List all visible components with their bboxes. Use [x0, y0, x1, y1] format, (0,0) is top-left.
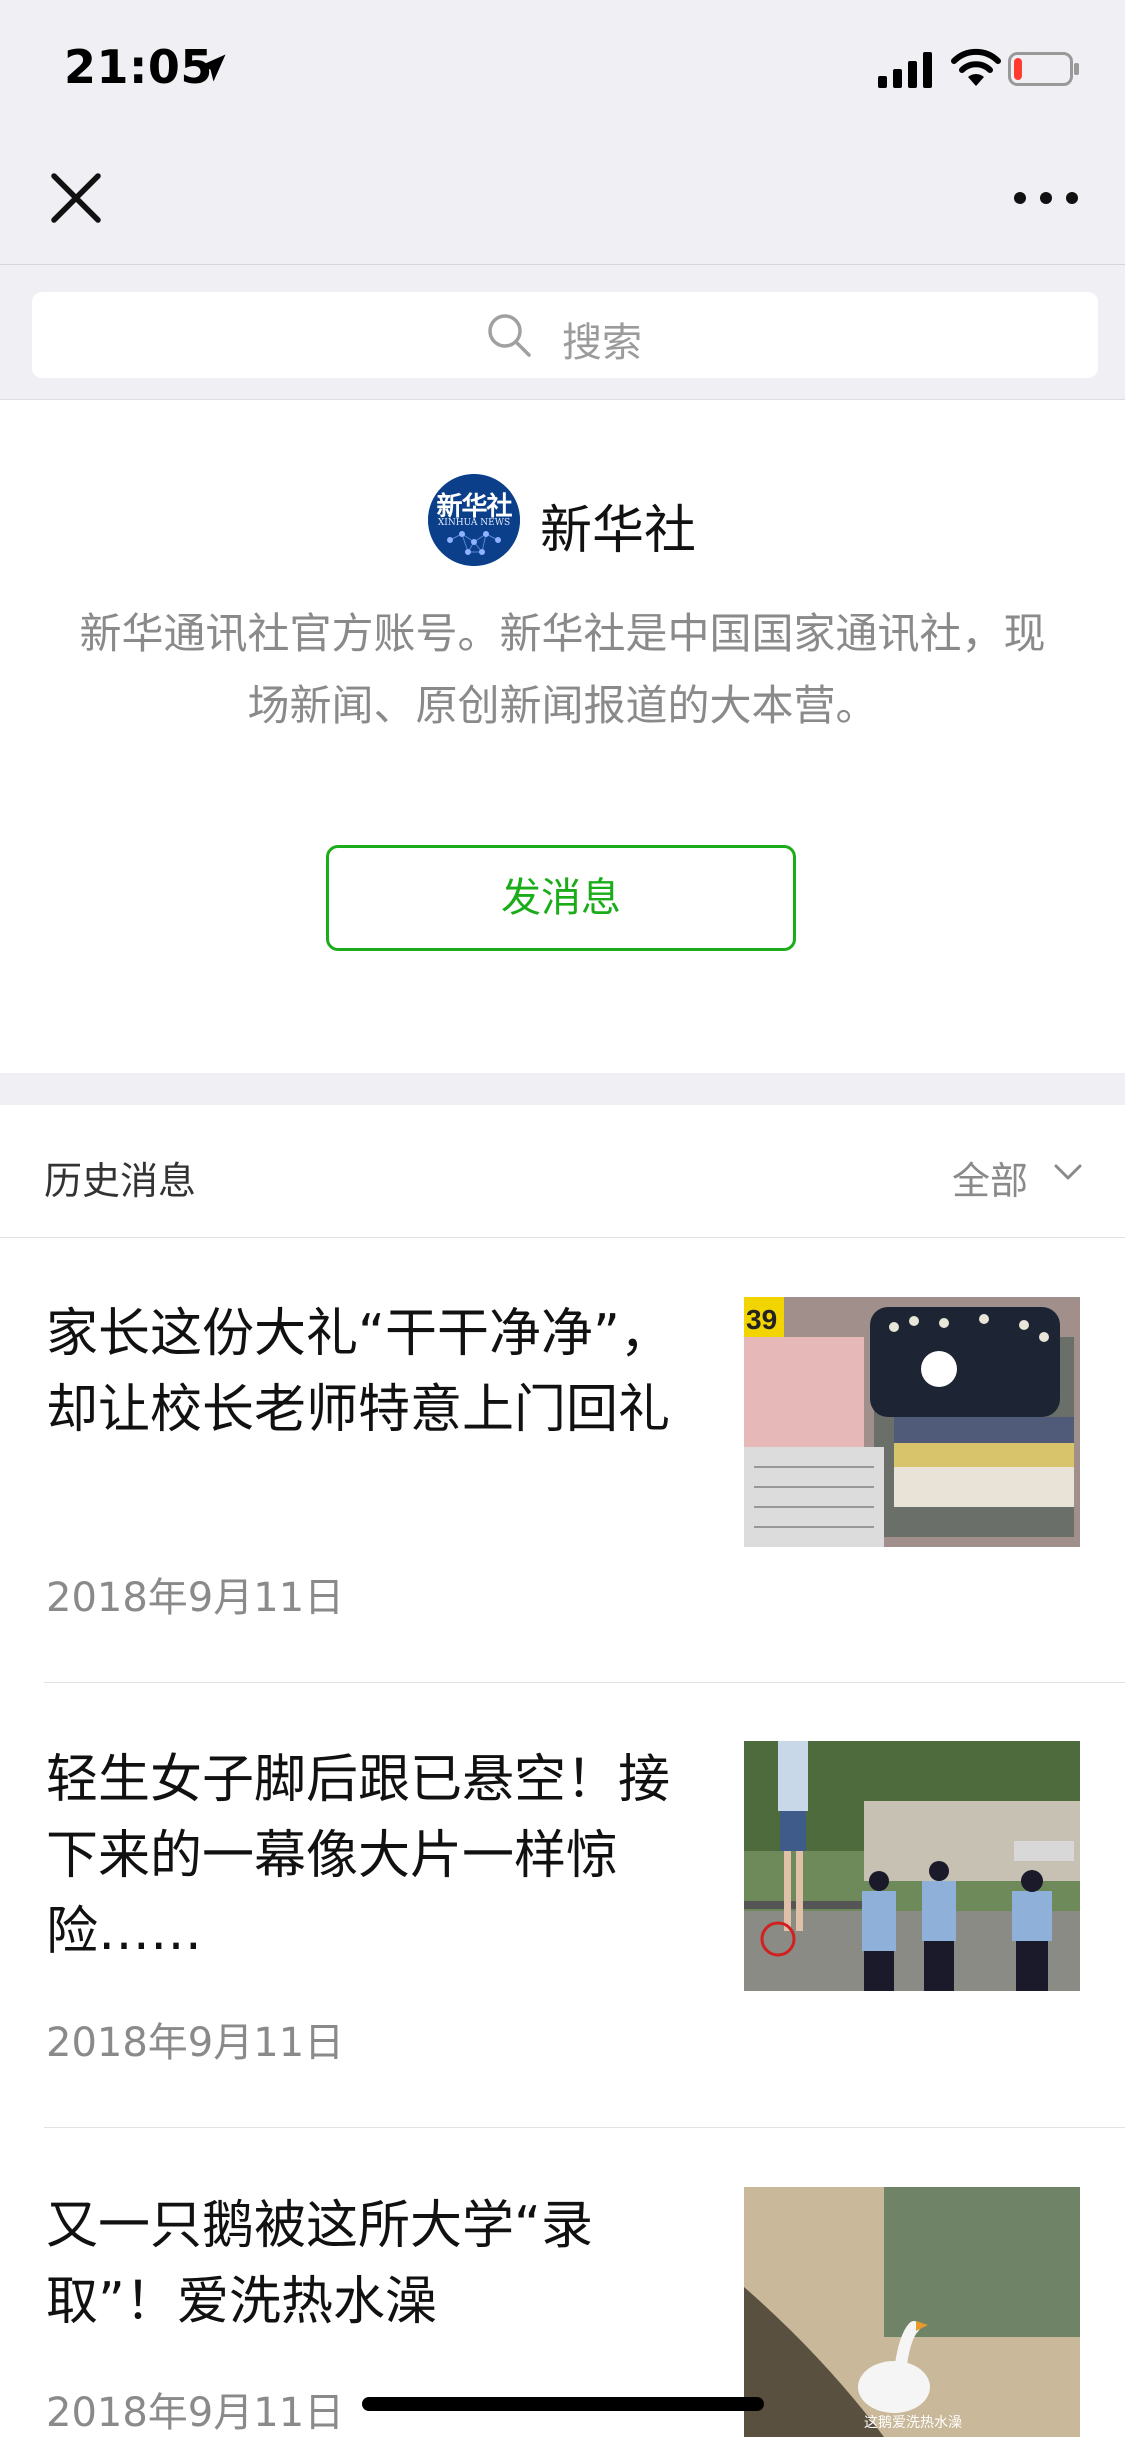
article-thumbnail[interactable]: [744, 1741, 1080, 1991]
article-title[interactable]: 家长这份大礼“干干净净”，却让校长老师特意上门回礼: [46, 1296, 686, 1448]
battery-icon: [1008, 52, 1079, 86]
search-icon: [488, 314, 531, 357]
article-thumbnail[interactable]: 这鹅爱洗热水澡: [744, 2187, 1080, 2437]
section-gap: [0, 1073, 1125, 1105]
wifi-icon: [951, 48, 1001, 86]
avatar-logo-subtext: XINHUA NEWS: [437, 518, 511, 528]
more-icon[interactable]: [1010, 182, 1082, 214]
article-date: 2018年9月11日: [46, 2390, 345, 2436]
account-description: 新华通讯社官方账号。新华社是中国国家通讯社，现场新闻、原创新闻报道的大本营。: [79, 609, 1046, 730]
article-date: 2018年9月11日: [46, 2020, 345, 2066]
send-message-button[interactable]: 发消息: [326, 845, 796, 951]
svg-text:39: 39: [746, 1304, 777, 1335]
account-name: 新华社: [540, 501, 697, 561]
status-time: 21:05: [64, 40, 213, 94]
cellular-signal-icon: [878, 52, 932, 88]
location-arrow-icon: [198, 54, 226, 82]
search-placeholder: 搜索: [562, 320, 642, 366]
history-title: 历史消息: [44, 1159, 197, 1203]
navigation-bar: [0, 140, 1125, 265]
history-filter[interactable]: 全部: [952, 1150, 1028, 1205]
article-title[interactable]: 轻生女子脚后跟已悬空！接下来的一幕像大片一样惊险……: [46, 1742, 686, 1970]
article-title[interactable]: 又一只鹅被这所大学“录取”！爱洗热水澡: [46, 2188, 686, 2340]
article-thumbnail[interactable]: 39: [744, 1297, 1080, 1547]
home-indicator[interactable]: [362, 2397, 764, 2411]
chevron-down-icon[interactable]: [1052, 1158, 1084, 1186]
thumbnail-caption: 这鹅爱洗热水澡: [864, 2414, 962, 2430]
article-date: 2018年9月11日: [46, 1575, 345, 1621]
close-icon[interactable]: [48, 170, 104, 226]
avatar[interactable]: 新华社 XINHUA NEWS: [428, 474, 520, 566]
